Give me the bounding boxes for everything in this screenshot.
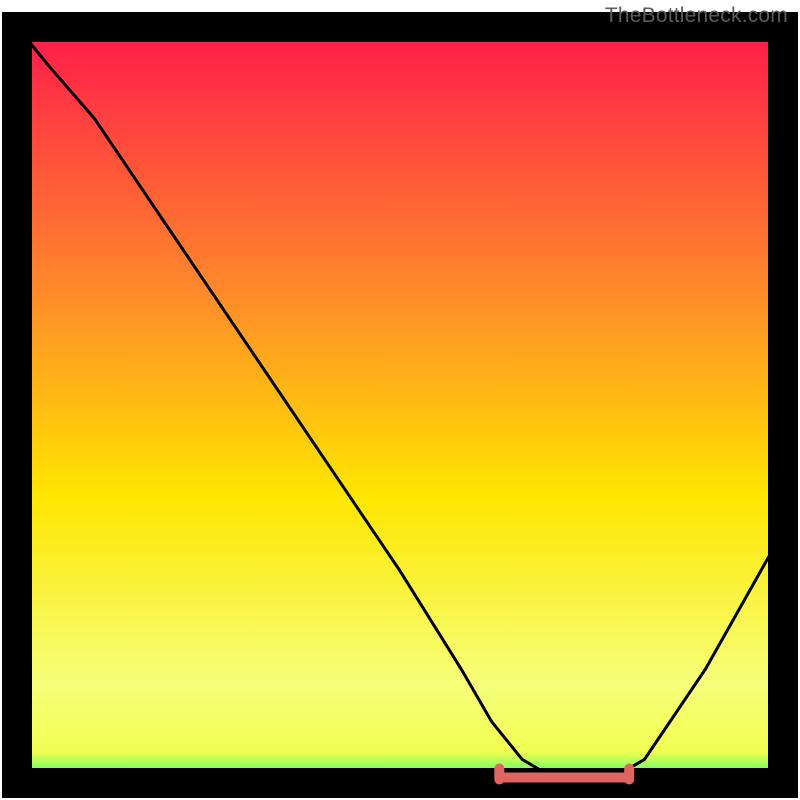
watermark-text: TheBottleneck.com (605, 4, 788, 28)
plot-background (18, 28, 782, 782)
bottleneck-chart (0, 0, 800, 800)
chart-stage: TheBottleneck.com (0, 0, 800, 800)
